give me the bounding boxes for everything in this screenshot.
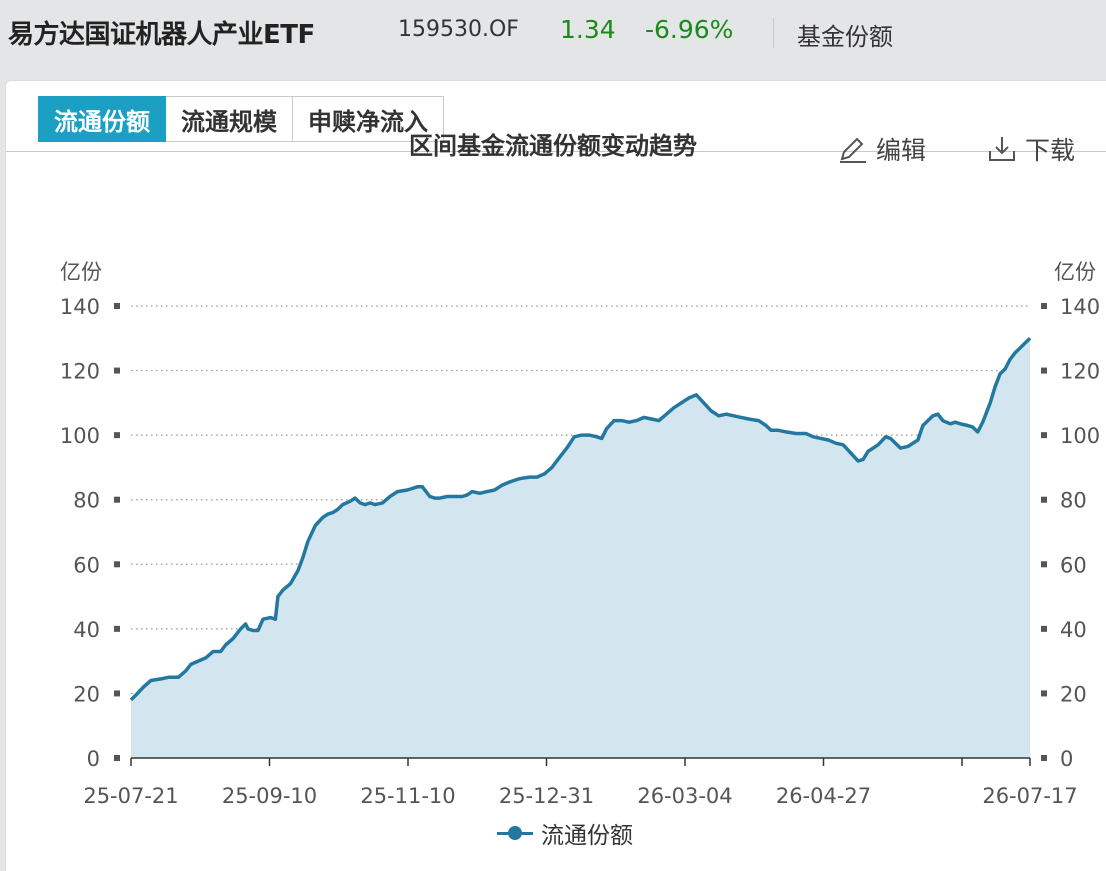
y-tick-label-right: 100 <box>1060 424 1100 448</box>
y-tick-marker-left <box>114 496 120 503</box>
y-tick-marker-right <box>1041 367 1047 374</box>
y-tick-marker-right <box>1041 755 1047 761</box>
y-tick-label-right: 120 <box>1060 360 1100 384</box>
y-tick-marker-right <box>1041 561 1047 568</box>
series-area <box>131 338 1030 758</box>
y-tick-label-right: 60 <box>1060 553 1087 577</box>
y-tick-label-left: 60 <box>73 553 100 577</box>
y-tick-label-left: 40 <box>73 618 100 642</box>
y-tick-label-right: 0 <box>1060 747 1073 771</box>
y-tick-label-right: 140 <box>1060 295 1100 319</box>
legend-marker-icon <box>497 826 533 840</box>
download-button[interactable]: 下载 <box>987 131 1075 167</box>
y-unit-left: 亿份 <box>60 260 102 284</box>
y-tick-label-right: 20 <box>1060 682 1087 706</box>
edit-button[interactable]: 编辑 <box>838 131 926 167</box>
edit-label: 编辑 <box>876 136 927 165</box>
y-tick-label-left: 0 <box>87 747 100 771</box>
y-tick-marker-left <box>114 432 120 439</box>
y-tick-marker-right <box>1041 496 1047 503</box>
y-tick-label-left: 100 <box>60 424 100 448</box>
pencil-icon <box>840 137 866 163</box>
chart-legend[interactable]: 流通份额 <box>497 816 633 850</box>
x-tick-label: 25-09-10 <box>222 784 317 808</box>
y-tick-marker-left <box>114 561 120 568</box>
y-tick-label-left: 120 <box>60 360 100 384</box>
x-tick-label: 26-07-17 <box>982 784 1077 808</box>
download-label: 下载 <box>1025 136 1076 165</box>
y-tick-marker-left <box>114 303 120 309</box>
y-tick-marker-right <box>1041 303 1047 309</box>
legend-label: 流通份额 <box>541 823 633 849</box>
x-tick-label: 25-07-21 <box>83 784 178 808</box>
chart-title: 区间基金流通份额变动趋势 <box>409 132 697 160</box>
y-unit-right: 亿份 <box>1054 260 1096 284</box>
x-tick-label: 26-04-27 <box>776 784 871 808</box>
y-tick-label-left: 80 <box>73 489 100 513</box>
x-tick-label: 26-03-04 <box>637 784 732 808</box>
y-tick-marker-left <box>114 367 120 374</box>
y-tick-marker-left <box>114 690 120 697</box>
download-icon <box>989 137 1015 161</box>
y-tick-marker-right <box>1041 690 1047 697</box>
y-tick-label-left: 140 <box>60 295 100 319</box>
y-tick-marker-right <box>1041 432 1047 439</box>
y-tick-marker-left <box>114 625 120 632</box>
y-tick-marker-right <box>1041 625 1047 632</box>
x-tick-label: 25-12-31 <box>499 784 594 808</box>
y-tick-label-right: 80 <box>1060 489 1087 513</box>
y-tick-label-right: 40 <box>1060 618 1087 642</box>
x-tick-label: 25-11-10 <box>360 784 455 808</box>
y-tick-marker-left <box>114 755 120 761</box>
y-tick-label-left: 20 <box>73 682 100 706</box>
